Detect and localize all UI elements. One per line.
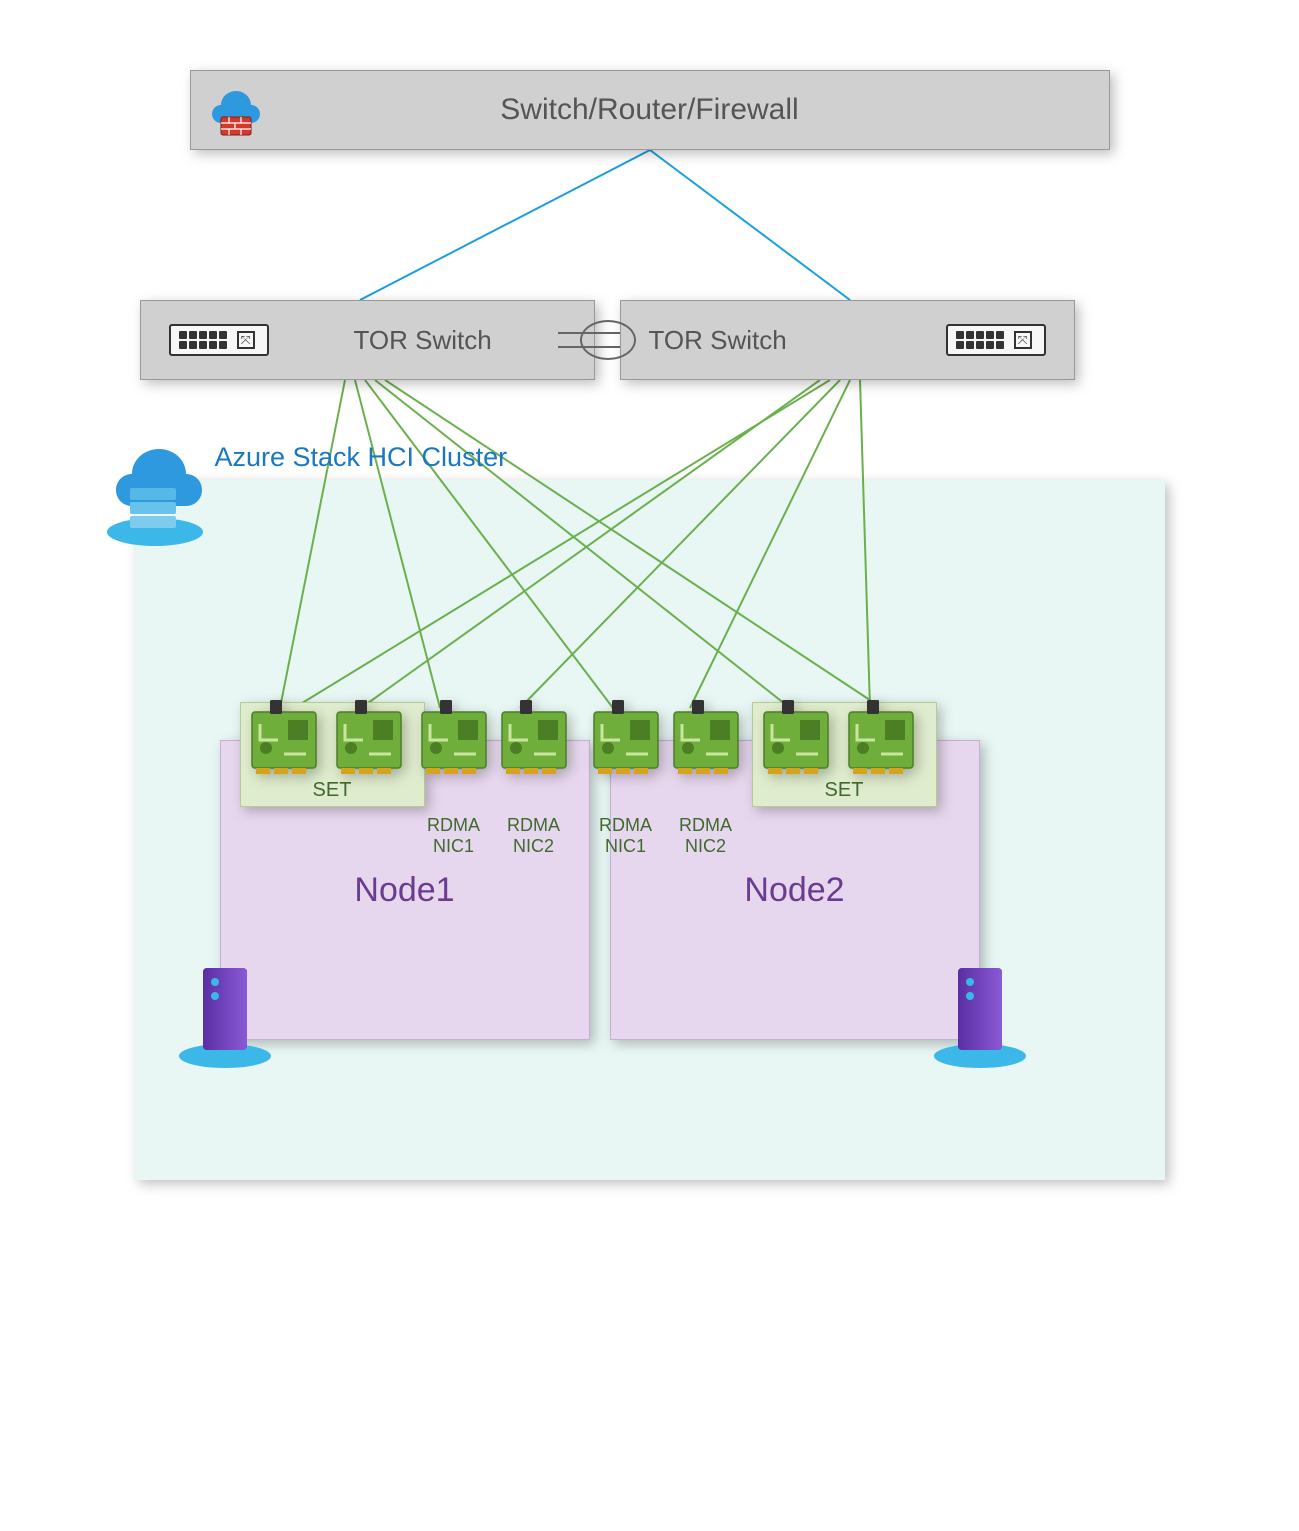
connection-lines bbox=[120, 70, 1180, 1250]
server-icon bbox=[175, 960, 275, 1070]
rdma-label: RDMANIC1 bbox=[590, 815, 662, 856]
rdma-label: RDMANIC2 bbox=[670, 815, 742, 856]
cloud-firewall-icon bbox=[211, 83, 261, 139]
azure-stack-icon bbox=[100, 440, 210, 550]
rdma-label: RDMANIC1 bbox=[418, 815, 490, 856]
nic-icon bbox=[760, 700, 832, 776]
cluster-title: Azure Stack HCI Cluster bbox=[215, 442, 508, 473]
set2-label: SET bbox=[825, 779, 864, 802]
nic-icon bbox=[418, 700, 490, 776]
tor-switch-right: TOR Switch ⤧ bbox=[620, 300, 1075, 380]
tor-row: ⤧ TOR Switch TOR Switch ⤧ bbox=[140, 300, 1160, 380]
nic-icon bbox=[670, 700, 742, 776]
lag-ellipse bbox=[580, 320, 636, 360]
nic-icon bbox=[845, 700, 917, 776]
nic-icon bbox=[333, 700, 405, 776]
switch-icon: ⤧ bbox=[169, 324, 269, 356]
top-bar-label: Switch/Router/Firewall bbox=[500, 93, 798, 127]
server-icon bbox=[930, 960, 1030, 1070]
tor-right-label: TOR Switch bbox=[649, 325, 787, 356]
switch-icon: ⤧ bbox=[946, 324, 1046, 356]
tor-switch-left: ⤧ TOR Switch bbox=[140, 300, 595, 380]
set1-label: SET bbox=[313, 779, 352, 802]
diagram-canvas: Switch/Router/Firewall ⤧ TOR Switch TOR … bbox=[120, 70, 1180, 1250]
rdma-label: RDMANIC2 bbox=[498, 815, 570, 856]
switch-router-firewall: Switch/Router/Firewall bbox=[190, 70, 1110, 150]
nic-icon bbox=[498, 700, 570, 776]
nic-icon bbox=[248, 700, 320, 776]
tor-left-label: TOR Switch bbox=[354, 325, 492, 356]
nic-icon bbox=[590, 700, 662, 776]
